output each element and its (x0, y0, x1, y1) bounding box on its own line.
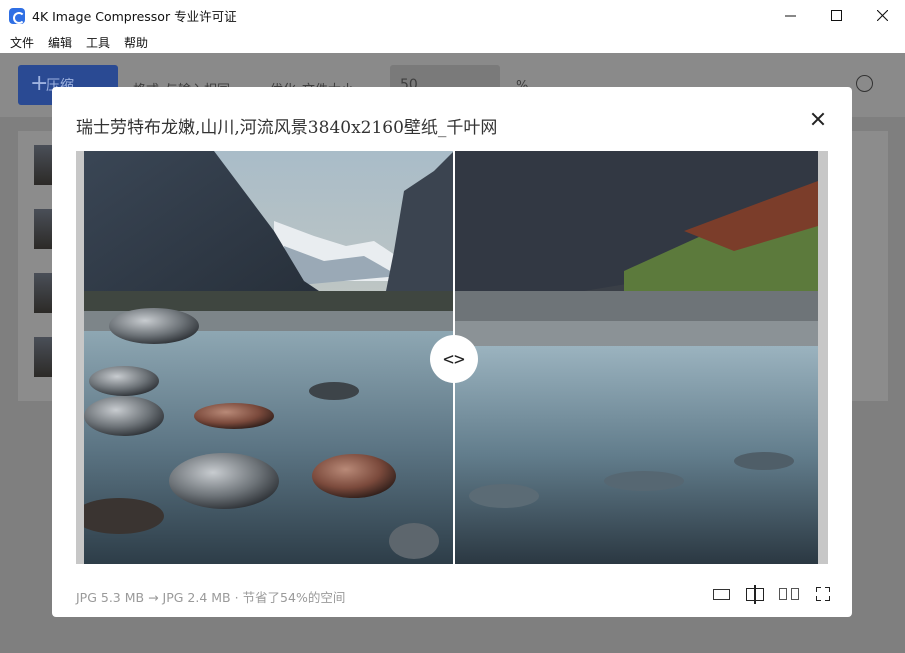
menu-help[interactable]: 帮助 (124, 34, 148, 51)
split-view-icon (746, 584, 764, 604)
minimize-icon (784, 15, 796, 17)
compression-info: JPG 5.3 MB → JPG 2.4 MB · 节省了54%的空间 (76, 590, 346, 605)
side-by-side-icon (779, 588, 799, 600)
fullscreen-icon (816, 587, 830, 601)
single-view-icon (712, 588, 730, 600)
account-icon[interactable] (856, 75, 873, 92)
menu-edit[interactable]: 编辑 (48, 34, 72, 51)
window-title: 4K Image Compressor 专业许可证 (32, 9, 237, 24)
maximize-button[interactable] (813, 0, 859, 31)
app-logo-icon (9, 7, 25, 24)
list-item-thumbnail[interactable] (34, 337, 54, 377)
menu-tools[interactable]: 工具 (86, 34, 110, 51)
chevrons-left-right-icon: <> (443, 348, 465, 370)
close-window-button[interactable] (859, 0, 905, 31)
list-item-thumbnail[interactable] (34, 273, 54, 313)
dialog-title: 瑞士劳特布龙嫩,山川,河流风景3840x2160壁纸_千叶网 (76, 118, 498, 138)
close-dialog-button[interactable] (810, 111, 826, 127)
maximize-icon (830, 10, 842, 21)
menu-bar: 文件 编辑 工具 帮助 (0, 31, 905, 53)
menu-file[interactable]: 文件 (10, 34, 34, 51)
comparison-dialog: 瑞士劳特布龙嫩,山川,河流风景3840x2160壁纸_千叶网 <> JPG 5.… (52, 87, 852, 617)
single-view-button[interactable] (704, 585, 738, 603)
minimize-button[interactable] (767, 0, 813, 31)
split-view-button[interactable] (738, 584, 772, 604)
side-by-side-view-button[interactable] (772, 585, 806, 603)
title-bar: 4K Image Compressor 专业许可证 (0, 0, 905, 31)
list-item-thumbnail[interactable] (34, 209, 54, 249)
comparison-viewer: <> (76, 151, 828, 564)
list-item-thumbnail[interactable] (34, 145, 54, 185)
close-icon (876, 10, 888, 21)
comparison-slider-handle[interactable]: <> (430, 335, 478, 383)
fullscreen-button[interactable] (806, 585, 840, 603)
